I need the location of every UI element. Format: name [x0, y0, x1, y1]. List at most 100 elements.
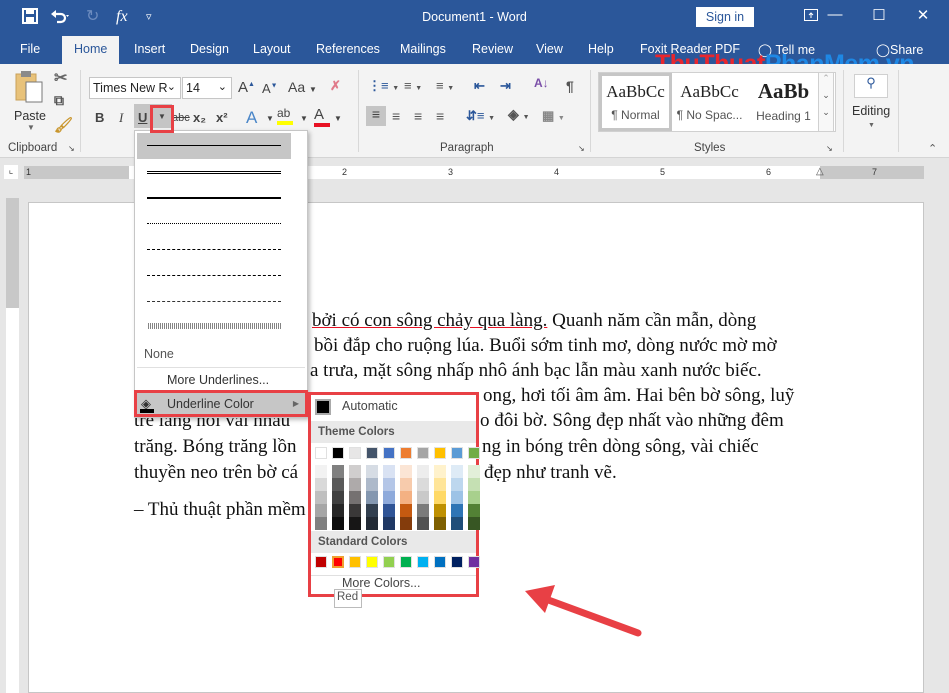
more-underlines-item[interactable]: More Underlines... — [135, 369, 307, 391]
chevron-down-icon[interactable]: ▼ — [334, 114, 342, 123]
tab-design[interactable]: Design — [190, 42, 229, 56]
theme-shade-swatch[interactable] — [468, 491, 480, 504]
theme-shade-swatch[interactable] — [434, 465, 446, 478]
theme-color-swatch[interactable] — [315, 447, 327, 459]
theme-shade-swatch[interactable] — [451, 465, 463, 478]
underline-style-double[interactable] — [137, 159, 291, 185]
align-left-button[interactable]: ≡ — [366, 106, 386, 126]
strikethrough-button[interactable]: abc — [172, 112, 190, 124]
standard-color-swatch[interactable] — [315, 556, 327, 568]
standard-color-swatch[interactable] — [468, 556, 480, 568]
theme-color-swatch[interactable] — [468, 447, 480, 459]
cut-icon[interactable]: ✂ — [54, 68, 67, 88]
theme-shade-swatch[interactable] — [468, 465, 480, 478]
doc-line-7-left[interactable]: thuyền neo trên bờ cá — [134, 460, 298, 485]
underline-style-dotted[interactable] — [137, 211, 291, 237]
align-center-button[interactable]: ≡ — [392, 108, 400, 124]
theme-shade-swatch[interactable] — [400, 517, 412, 530]
theme-color-swatch[interactable] — [417, 447, 429, 459]
standard-color-swatch[interactable] — [366, 556, 378, 568]
theme-shade-swatch[interactable] — [417, 465, 429, 478]
theme-shade-swatch[interactable] — [315, 478, 327, 491]
theme-shade-swatch[interactable] — [417, 478, 429, 491]
numbering-icon[interactable]: ≡ ▼ — [404, 78, 422, 93]
paste-button[interactable]: Paste ▼ — [14, 70, 48, 138]
theme-shade-swatch[interactable] — [434, 478, 446, 491]
sort-icon[interactable]: A↓ — [534, 76, 549, 90]
theme-shade-swatch[interactable] — [417, 491, 429, 504]
theme-shade-swatch[interactable] — [400, 478, 412, 491]
theme-shade-swatch[interactable] — [400, 504, 412, 517]
clear-formatting-icon[interactable]: ✗ — [330, 78, 341, 94]
underline-style-wave[interactable] — [137, 315, 291, 341]
show-formatting-marks-icon[interactable]: ¶ — [566, 78, 574, 94]
format-painter-icon[interactable]: 🖌 — [54, 116, 73, 134]
theme-shade-swatch[interactable] — [366, 517, 378, 530]
automatic-color-swatch[interactable] — [315, 399, 331, 415]
style-normal[interactable]: AaBbCc ¶ Normal — [599, 73, 672, 131]
theme-shade-swatch[interactable] — [383, 491, 395, 504]
align-right-button[interactable]: ≡ — [414, 108, 422, 124]
style-no-spacing[interactable]: AaBbCc ¶ No Spac... — [673, 73, 746, 131]
theme-shade-swatch[interactable] — [417, 504, 429, 517]
search-icon[interactable]: ⚲ — [854, 74, 888, 98]
doc-line-6-left[interactable]: trăng. Bóng trăng lồn — [134, 434, 297, 459]
standard-color-swatch[interactable] — [349, 556, 361, 568]
tab-help[interactable]: Help — [588, 42, 614, 56]
subscript-button[interactable]: x₂ — [193, 110, 206, 125]
theme-shade-swatch[interactable] — [434, 491, 446, 504]
theme-shade-swatch[interactable] — [451, 491, 463, 504]
bullets-icon[interactable]: ⋮≡ ▼ — [368, 78, 399, 94]
theme-shade-swatch[interactable] — [366, 504, 378, 517]
theme-shade-swatch[interactable] — [366, 491, 378, 504]
underline-style-dash-dot-dot[interactable] — [137, 289, 291, 315]
italic-button[interactable]: I — [119, 110, 123, 126]
theme-shade-swatch[interactable] — [366, 478, 378, 491]
doc-line-1[interactable]: bởi có con sông chảy qua làng. Quanh năm… — [312, 308, 756, 333]
theme-shade-swatch[interactable] — [383, 504, 395, 517]
theme-shade-swatch[interactable] — [315, 504, 327, 517]
theme-shade-swatch[interactable] — [332, 517, 344, 530]
theme-shade-swatch[interactable] — [315, 491, 327, 504]
theme-shade-swatch[interactable] — [366, 465, 378, 478]
line-spacing-icon[interactable]: ⇵≡ ▼ — [466, 108, 495, 124]
theme-shade-swatch[interactable] — [383, 465, 395, 478]
theme-shade-swatch[interactable] — [451, 517, 463, 530]
doc-line-7[interactable]: đẹp như tranh vẽ. — [484, 460, 617, 485]
tab-mailings[interactable]: Mailings — [400, 42, 446, 56]
chevron-down-icon[interactable]: ⌄ — [819, 90, 833, 101]
paste-dropdown-icon[interactable]: ▼ — [14, 123, 48, 132]
right-indent-marker[interactable]: △ — [816, 166, 824, 177]
decrease-indent-icon[interactable]: ⇤ — [474, 78, 485, 94]
font-name-combo[interactable]: Times New R ⌄ — [89, 77, 181, 99]
tab-references[interactable]: References — [316, 42, 380, 56]
doc-line-8[interactable]: – Thủ thuật phần mềm — [134, 497, 306, 522]
theme-shade-swatch[interactable] — [349, 465, 361, 478]
tab-file[interactable]: File — [20, 42, 40, 56]
theme-shade-swatch[interactable] — [468, 478, 480, 491]
theme-shade-swatch[interactable] — [332, 465, 344, 478]
more-styles-icon[interactable]: ⌄ — [819, 107, 833, 118]
text-effects-button[interactable]: A — [246, 108, 257, 128]
bold-button[interactable]: B — [95, 110, 104, 125]
tab-selector-icon[interactable]: ⌞ — [4, 165, 18, 179]
standard-color-swatch[interactable] — [417, 556, 429, 568]
justify-button[interactable]: ≡ — [436, 108, 444, 124]
tab-insert[interactable]: Insert — [134, 42, 165, 56]
grow-font-button[interactable]: A▲ — [238, 79, 255, 96]
underline-none-item[interactable]: None — [135, 343, 307, 365]
doc-line-5[interactable]: o đôi bờ. Sông đẹp nhất vào những đêm — [480, 408, 784, 433]
theme-shade-swatch[interactable] — [349, 478, 361, 491]
doc-line-4[interactable]: ong, hơi tối âm âm. Hai bên bờ sông, luỹ — [483, 383, 794, 408]
theme-shade-swatch[interactable] — [315, 517, 327, 530]
theme-shade-swatch[interactable] — [332, 491, 344, 504]
font-color-button[interactable]: A — [314, 106, 330, 127]
theme-color-swatch[interactable] — [451, 447, 463, 459]
shading-icon[interactable]: ◈ ▼ — [508, 106, 530, 123]
chevron-up-icon[interactable]: ⌃ — [819, 73, 833, 84]
theme-color-swatch[interactable] — [332, 447, 344, 459]
theme-shade-swatch[interactable] — [315, 465, 327, 478]
automatic-color-item[interactable]: Automatic — [342, 399, 398, 413]
theme-shade-swatch[interactable] — [332, 504, 344, 517]
style-heading-1[interactable]: AaBb Heading 1 — [747, 73, 820, 131]
